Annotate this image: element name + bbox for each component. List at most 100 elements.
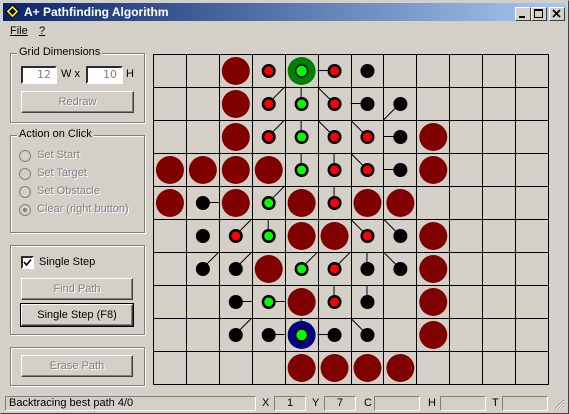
target-node-center — [294, 328, 309, 342]
open-node-center — [264, 99, 274, 109]
main-window: A+ Pathfinding Algorithm File ? Grid Dim… — [0, 0, 569, 414]
radio-button[interactable] — [19, 150, 31, 162]
path-node-center — [297, 165, 307, 175]
closed-node — [393, 262, 408, 276]
find-path-button[interactable]: Find Path — [21, 278, 133, 300]
obstacle-node — [155, 189, 184, 217]
maximize-button[interactable] — [531, 7, 547, 21]
height-label: H — [126, 68, 134, 80]
closed-node — [195, 229, 210, 243]
minimize-icon — [519, 16, 525, 18]
grid-canvas[interactable] — [153, 54, 549, 385]
obstacle-node — [221, 156, 250, 184]
status-message: Backtracing best path 4/0 — [5, 396, 256, 411]
path-node-center — [264, 198, 274, 208]
radio-label: Set Start — [37, 149, 80, 161]
minimize-button[interactable] — [515, 7, 531, 21]
obstacle-node — [287, 288, 316, 316]
width-label: W x — [61, 68, 80, 80]
obstacle-node — [287, 222, 316, 250]
h-label: H — [428, 397, 436, 409]
redraw-button[interactable]: Redraw — [21, 91, 134, 113]
obstacle-node — [254, 156, 283, 184]
obstacle-node — [386, 354, 415, 382]
closed-node — [393, 130, 408, 144]
obstacle-node — [419, 156, 448, 184]
grid-dimensions-legend: Grid Dimensions — [17, 46, 103, 58]
path-node-center — [297, 132, 307, 142]
path-node-center — [264, 231, 274, 241]
closed-node — [228, 328, 243, 342]
grid-width-field[interactable]: 12 — [21, 66, 57, 84]
obstacle-node — [254, 255, 283, 283]
menu-help[interactable]: ? — [39, 25, 45, 37]
pathfinding-grid[interactable] — [153, 54, 549, 385]
size-grip-icon[interactable] — [553, 398, 565, 410]
open-node-center — [330, 66, 340, 76]
start-node-center — [294, 64, 309, 78]
open-node-center — [264, 66, 274, 76]
obstacle-node — [287, 189, 316, 217]
checkmark-icon — [23, 258, 32, 267]
menu-bar: File ? — [3, 22, 566, 40]
single-step-label: Single Step — [39, 256, 96, 268]
radio-set-obstacle[interactable]: Set Obstacle — [19, 185, 139, 201]
obstacle-node — [221, 123, 250, 151]
y-label: Y — [312, 397, 320, 409]
obstacle-node — [287, 354, 316, 382]
obstacle-node — [353, 189, 382, 217]
closed-node — [261, 328, 276, 342]
open-node-center — [362, 132, 372, 142]
status-bar: Backtracing best path 4/0 X 1 Y 7 C H T — [3, 395, 566, 412]
obstacle-node — [188, 156, 217, 184]
menu-file[interactable]: File — [10, 25, 28, 37]
obstacle-node — [419, 255, 448, 283]
obstacle-node — [221, 57, 250, 85]
closed-node — [195, 262, 210, 276]
open-node-center — [330, 99, 340, 109]
single-step-checkbox[interactable] — [21, 256, 34, 269]
closed-node — [393, 163, 408, 177]
open-node-center — [231, 231, 241, 241]
closed-node — [195, 196, 210, 210]
action-on-click-legend: Action on Click — [17, 128, 94, 140]
open-node-center — [362, 165, 372, 175]
close-button[interactable] — [549, 7, 565, 21]
radio-button-selected[interactable] — [19, 204, 31, 216]
t-value — [502, 396, 548, 411]
path-node-center — [297, 99, 307, 109]
obstacle-node — [221, 90, 250, 118]
single-step-button[interactable]: Single Step (F8) — [20, 303, 134, 327]
closed-node — [360, 328, 375, 342]
radio-button[interactable] — [19, 168, 31, 180]
obstacle-node — [386, 189, 415, 217]
open-node-center — [330, 264, 340, 274]
grid-height-field[interactable]: 10 — [86, 66, 123, 84]
erase-path-button[interactable]: Erase Path — [21, 355, 133, 377]
h-value — [440, 396, 486, 411]
radio-label: Set Target — [37, 167, 87, 179]
radio-set-start[interactable]: Set Start — [19, 149, 139, 165]
open-node-center — [330, 132, 340, 142]
closed-node — [360, 64, 375, 78]
closed-node — [360, 295, 375, 309]
obstacle-node — [419, 288, 448, 316]
maximize-icon — [534, 9, 543, 18]
closed-node — [360, 262, 375, 276]
open-node-center — [362, 231, 372, 241]
obstacle-node — [353, 354, 382, 382]
open-node-center — [264, 132, 274, 142]
c-value — [374, 396, 420, 411]
obstacle-node — [320, 354, 349, 382]
obstacle-node — [221, 189, 250, 217]
open-node-center — [330, 198, 340, 208]
radio-clear[interactable]: Clear (right button) — [19, 203, 141, 219]
title-bar[interactable]: A+ Pathfinding Algorithm — [3, 3, 566, 21]
obstacle-node — [419, 222, 448, 250]
obstacle-node — [155, 156, 184, 184]
radio-set-target[interactable]: Set Target — [19, 167, 139, 183]
x-label: X — [262, 397, 270, 409]
radio-label: Clear (right button) — [37, 203, 129, 215]
radio-button[interactable] — [19, 186, 31, 198]
open-node-center — [330, 297, 340, 307]
